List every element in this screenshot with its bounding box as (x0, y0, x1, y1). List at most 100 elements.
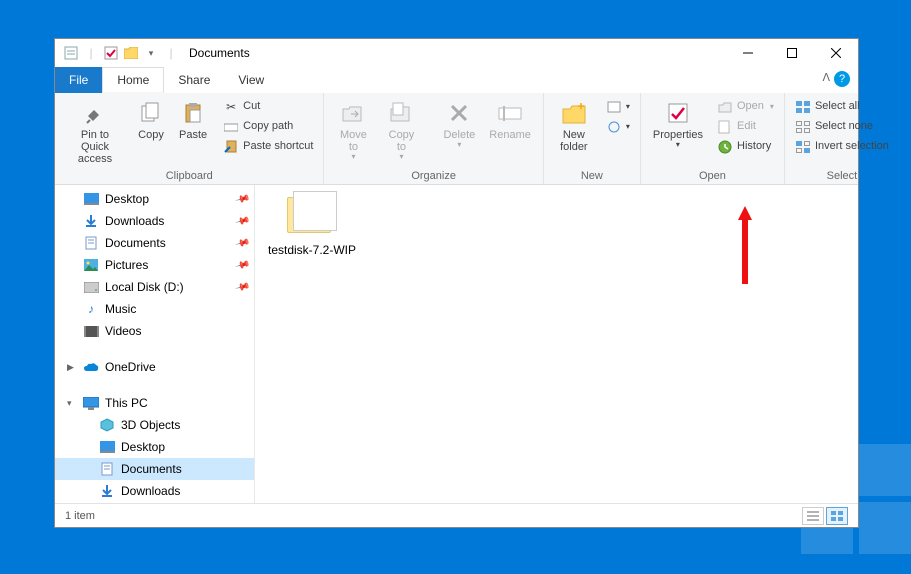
file-list[interactable]: testdisk-7.2-WIP (255, 185, 858, 503)
sidebar-item-3d-objects[interactable]: 3D Objects (55, 414, 254, 436)
list-item[interactable]: testdisk-7.2-WIP (267, 187, 357, 257)
pc-icon (83, 395, 99, 411)
content-area: Desktop 📌 Downloads📌 Documents📌 Pictures📌… (55, 185, 858, 503)
group-open: Properties▾ Open▾ Edit History Open (641, 93, 785, 184)
sidebar-item-pc-desktop[interactable]: Desktop (55, 436, 254, 458)
label: Desktop (105, 192, 149, 206)
3d-icon (99, 417, 115, 433)
tab-home[interactable]: Home (102, 67, 164, 93)
details-view-button[interactable] (802, 507, 824, 525)
ribbon: Pin to Quick access Copy Paste ✂Cut Copy… (55, 93, 858, 185)
label: 3D Objects (121, 418, 180, 432)
titlebar: | ▾ | Documents (55, 39, 858, 67)
paste-shortcut-button[interactable]: Paste shortcut (219, 137, 317, 157)
desktop-icon (99, 439, 115, 455)
ribbon-collapse-icon[interactable]: ᐱ (822, 71, 830, 84)
cloud-icon (83, 359, 99, 375)
sidebar-item-music[interactable]: ♪Music (55, 298, 254, 320)
sidebar-item-pictures[interactable]: Pictures📌 (55, 254, 254, 276)
select-none-button[interactable]: Select none (791, 117, 893, 137)
maximize-button[interactable] (770, 39, 814, 67)
label: Rename (489, 129, 531, 141)
delete-button[interactable]: Delete▾ (437, 97, 481, 152)
new-folder-button[interactable]: New folder (550, 97, 598, 155)
chevron-down-icon[interactable]: ▾ (67, 398, 72, 409)
invert-icon (795, 139, 811, 155)
copy-icon (137, 99, 165, 127)
rename-button[interactable]: Rename (483, 97, 537, 143)
label: Select none (815, 119, 873, 134)
view-mode-toggles (802, 507, 848, 525)
window-title: Documents (189, 46, 250, 60)
sidebar-item-pc-downloads[interactable]: Downloads (55, 480, 254, 502)
sidebar-item-desktop[interactable]: Desktop 📌 (55, 188, 254, 210)
cut-button[interactable]: ✂Cut (219, 97, 317, 117)
label: Pin to Quick access (67, 129, 123, 165)
pictures-icon (83, 257, 99, 273)
qat-dropdown-icon[interactable]: ▾ (143, 45, 159, 61)
pin-icon: 📌 (234, 191, 250, 207)
sidebar-item-documents[interactable]: Documents📌 (55, 232, 254, 254)
item-count: 1 item (65, 510, 95, 522)
open-button[interactable]: Open▾ (713, 97, 778, 117)
chevron-right-icon[interactable]: ▶ (67, 362, 74, 373)
path-icon (223, 119, 239, 135)
easy-access-button[interactable]: ▾ (602, 117, 634, 137)
close-button[interactable] (814, 39, 858, 67)
pin-to-quick-access-button[interactable]: Pin to Quick access (61, 97, 129, 167)
label: Select all (815, 99, 860, 114)
doc-icon[interactable] (63, 45, 79, 61)
quick-access-toolbar: | ▾ | (55, 45, 179, 61)
invert-selection-button[interactable]: Invert selection (791, 137, 893, 157)
label: Local Disk (D:) (105, 280, 184, 294)
label: Copy to (384, 129, 418, 153)
copy-path-button[interactable]: Copy path (219, 117, 317, 137)
paste-button[interactable]: Paste (173, 97, 213, 143)
label: Videos (105, 324, 141, 338)
label: Pictures (105, 258, 148, 272)
group-label: New (550, 170, 634, 184)
music-icon: ♪ (83, 301, 99, 317)
large-icons-view-button[interactable] (826, 507, 848, 525)
navigation-pane: Desktop 📌 Downloads📌 Documents📌 Pictures📌… (55, 185, 255, 503)
history-button[interactable]: History (713, 137, 778, 157)
new-item-button[interactable]: ▾ (602, 97, 634, 117)
sidebar-item-downloads[interactable]: Downloads📌 (55, 210, 254, 232)
sidebar-item-onedrive[interactable]: ▶ OneDrive (55, 356, 254, 378)
sidebar-item-local-disk[interactable]: Local Disk (D:)📌 (55, 276, 254, 298)
label: New folder (556, 129, 592, 153)
group-label: Organize (330, 170, 536, 184)
label: Copy (138, 129, 164, 141)
copy-button[interactable]: Copy (131, 97, 171, 143)
edit-icon (717, 119, 733, 135)
tab-file[interactable]: File (55, 67, 102, 93)
help-icon[interactable]: ? (834, 71, 850, 87)
properties-button[interactable]: Properties▾ (647, 97, 709, 152)
label: Cut (243, 99, 260, 114)
sidebar-item-this-pc[interactable]: ▾This PC (55, 392, 254, 414)
rename-icon (496, 99, 524, 127)
edit-button[interactable]: Edit (713, 117, 778, 137)
group-organize: Move to▾ Copy to▾ Delete▾ Rename Organiz… (324, 93, 543, 184)
easy-access-icon (606, 119, 622, 135)
label: Documents (105, 236, 166, 250)
copy-to-button[interactable]: Copy to▾ (378, 97, 424, 164)
label: OneDrive (105, 360, 156, 374)
file-name: testdisk-7.2-WIP (268, 243, 356, 257)
new-folder-icon (560, 99, 588, 127)
move-to-button[interactable]: Move to▾ (330, 97, 376, 164)
select-all-button[interactable]: Select all (791, 97, 893, 117)
select-none-icon (795, 119, 811, 135)
tab-share[interactable]: Share (164, 67, 224, 93)
label: Invert selection (815, 139, 889, 154)
label: Edit (737, 119, 756, 134)
sidebar-item-pc-documents[interactable]: Documents (55, 458, 254, 480)
properties-check-icon[interactable] (103, 45, 119, 61)
sidebar-item-videos[interactable]: Videos (55, 320, 254, 342)
download-icon (99, 483, 115, 499)
tab-view[interactable]: View (224, 67, 278, 93)
minimize-button[interactable] (726, 39, 770, 67)
folder-icon[interactable] (123, 45, 139, 61)
drive-icon (83, 279, 99, 295)
window-controls (726, 39, 858, 67)
